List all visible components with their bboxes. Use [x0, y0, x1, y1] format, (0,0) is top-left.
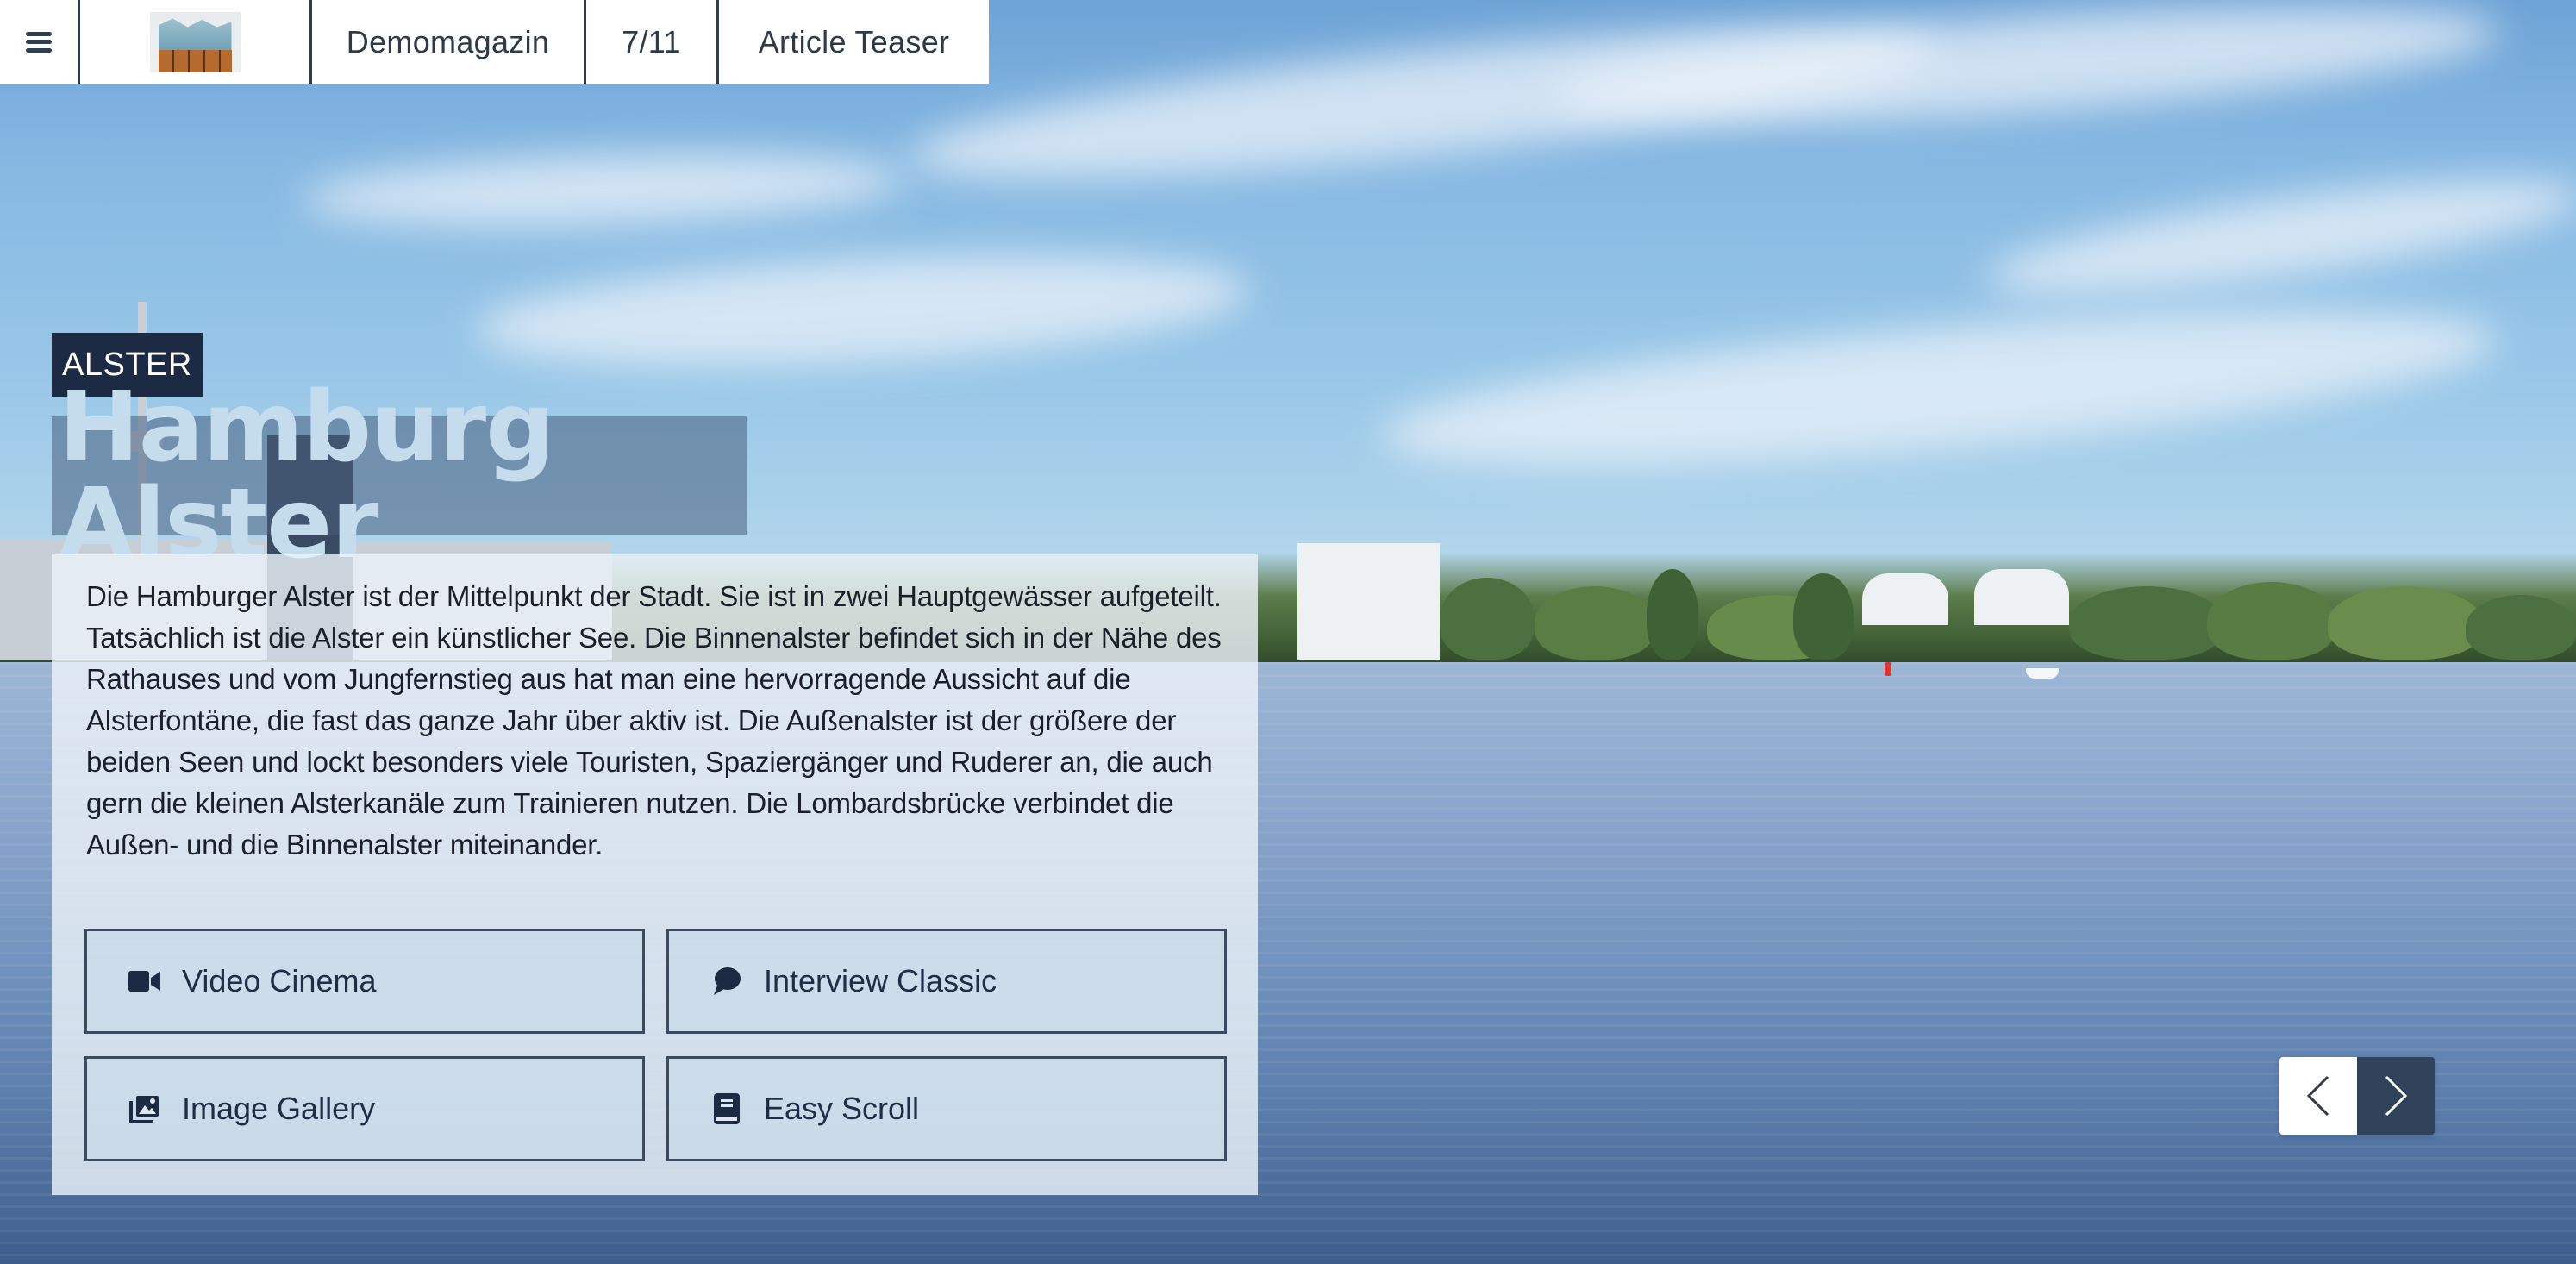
section-name: Article Teaser [719, 0, 989, 84]
tree [1535, 586, 1655, 660]
tree [1440, 578, 1535, 660]
tree [2207, 582, 2336, 660]
chevron-left-icon [2306, 1075, 2329, 1117]
section-name-text: Article Teaser [758, 23, 950, 59]
chevron-right-icon [2385, 1075, 2408, 1117]
buoy [1885, 662, 1891, 676]
top-navigation-bar: Demomagazin 7/11 Article Teaser [0, 0, 989, 84]
tree [2069, 586, 2224, 660]
cloud [1980, 156, 2576, 318]
logo-link[interactable] [80, 0, 312, 84]
building [1297, 543, 1440, 660]
cloud [1549, 0, 2503, 146]
image-gallery-button[interactable]: Image Gallery [84, 1056, 645, 1161]
tile-label: Image Gallery [182, 1091, 376, 1126]
easy-scroll-button[interactable]: Easy Scroll [666, 1056, 1227, 1161]
video-cinema-button[interactable]: Video Cinema [84, 929, 645, 1034]
page-indicator-text: 7/11 [622, 23, 681, 59]
tree [2466, 595, 2576, 660]
video-camera-icon [127, 966, 163, 997]
tile-label: Interview Classic [764, 963, 997, 998]
tile-label: Video Cinema [182, 963, 377, 998]
elbphilharmonie-logo-image [149, 11, 241, 72]
tree [1793, 573, 1854, 660]
magazine-name: Demomagazin [346, 23, 550, 59]
image-gallery-icon [127, 1093, 163, 1124]
building [1862, 573, 1948, 625]
interview-classic-button[interactable]: Interview Classic [666, 929, 1227, 1034]
next-slide-button[interactable] [2357, 1057, 2435, 1135]
tree [2328, 586, 2483, 660]
magazine-name-link[interactable]: Demomagazin [312, 0, 586, 84]
article-teaser-panel: Die Hamburger Alster ist der Mittelpunkt… [52, 554, 1258, 1195]
slide-navigation [2279, 1057, 2435, 1135]
speech-bubble-icon [709, 966, 745, 997]
title-band: Hamburg Alster [52, 379, 747, 573]
building [1974, 569, 2069, 625]
tile-label: Easy Scroll [764, 1091, 920, 1126]
cloud [1376, 278, 2504, 497]
article-title: Hamburg Alster [59, 371, 554, 580]
tree [1647, 569, 1698, 660]
cloud [300, 144, 907, 235]
page-indicator: 7/11 [586, 0, 719, 84]
book-icon [709, 1093, 745, 1124]
hamburger-menu-icon [26, 31, 52, 53]
previous-slide-button[interactable] [2279, 1057, 2357, 1135]
cloud [472, 238, 1253, 383]
boat [2026, 668, 2059, 679]
article-body-text: Die Hamburger Alster ist der Mittelpunkt… [86, 580, 1222, 860]
menu-button[interactable] [0, 0, 80, 84]
